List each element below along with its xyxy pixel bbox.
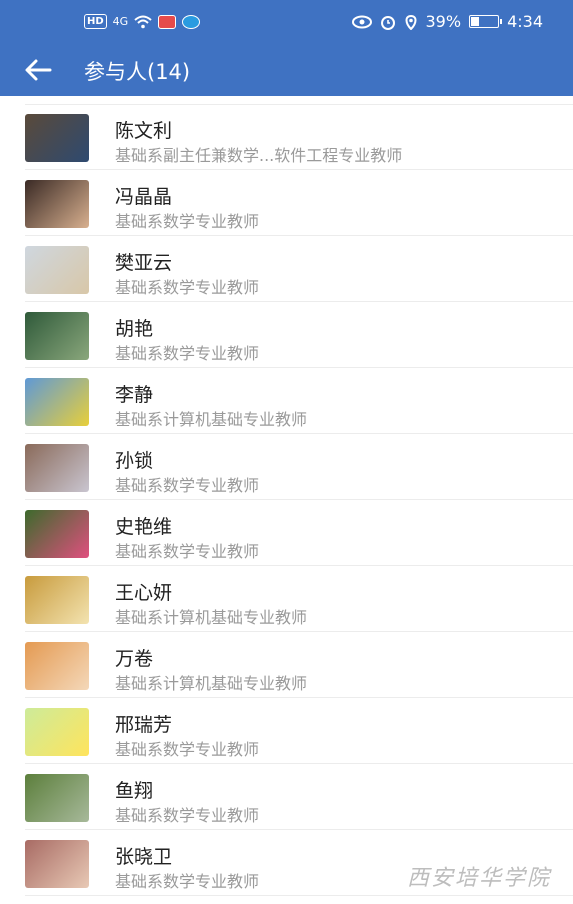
participant-row[interactable]: 王心妍基础系计算机基础专业教师 xyxy=(0,566,573,632)
title-bar: 参与人(14) xyxy=(0,46,573,96)
alarm-icon xyxy=(380,15,395,30)
participant-name: 陈文利 xyxy=(115,120,173,142)
participant-name: 孙锁 xyxy=(115,450,154,472)
avatar xyxy=(25,708,89,756)
avatar xyxy=(25,576,89,624)
avatar xyxy=(25,840,89,888)
participant-list: 陈文利 基础系副主任兼数学...软件工程专业教师 冯晶晶 基础系数学专业教师 樊亚云 基础… xyxy=(0,104,573,896)
participant-row[interactable]: 冯晶晶基础系数学专业教师 xyxy=(0,170,573,236)
avatar xyxy=(25,378,89,426)
participant-description: 基础系副主任兼数学...软件工程专业教师 xyxy=(115,146,403,165)
participant-name: 李静 xyxy=(115,384,154,406)
location-icon xyxy=(405,14,416,30)
participant-row[interactable]: 孙锁基础系数学专业教师 xyxy=(0,434,573,500)
avatar xyxy=(25,114,89,162)
avatar xyxy=(25,774,89,822)
participant-name: 张晓卫 xyxy=(115,846,173,868)
back-arrow-icon[interactable] xyxy=(22,54,54,86)
app-header: HD 4G 39% 4:34 参与人(14) xyxy=(0,0,573,96)
participant-description: 基础系计算机基础专业教师 xyxy=(115,410,308,429)
page-title: 参与人(14) xyxy=(84,60,191,84)
browser-app-icon xyxy=(182,14,201,29)
participant-row[interactable]: 李静基础系计算机基础专业教师 xyxy=(0,368,573,434)
participant-row[interactable]: 鱼翔基础系数学专业教师 xyxy=(0,764,573,830)
battery-percent: 39% xyxy=(425,12,462,31)
message-app-icon xyxy=(158,14,177,29)
participant-row[interactable]: 樊亚云基础系数学专业教师 xyxy=(0,236,573,302)
participant-description: 基础系计算机基础专业教师 xyxy=(115,608,308,627)
participant-row[interactable]: 陈文利基础系副主任兼数学...软件工程专业教师 xyxy=(0,104,573,170)
status-time: 4:34 xyxy=(507,12,543,31)
participant-row[interactable]: 万卷基础系计算机基础专业教师 xyxy=(0,632,573,698)
participant-row[interactable]: 史艳维基础系数学专业教师 xyxy=(0,500,573,566)
eye-icon xyxy=(351,15,372,28)
participant-name: 冯晶晶 xyxy=(115,186,173,208)
status-left: HD 4G xyxy=(84,14,201,29)
avatar xyxy=(25,642,89,690)
participant-description: 基础系数学专业教师 xyxy=(115,344,260,363)
status-bar: HD 4G 39% 4:34 xyxy=(0,0,573,46)
wifi-icon xyxy=(134,15,152,28)
participant-name: 王心妍 xyxy=(115,582,173,604)
participant-name: 万卷 xyxy=(115,648,154,670)
participant-description: 基础系数学专业教师 xyxy=(115,476,260,495)
participant-description: 基础系数学专业教师 xyxy=(115,872,260,891)
participant-description: 基础系计算机基础专业教师 xyxy=(115,674,308,693)
participant-name: 史艳维 xyxy=(115,516,173,538)
participant-description: 基础系数学专业教师 xyxy=(115,212,260,231)
hd-indicator: HD xyxy=(84,14,107,29)
participant-description: 基础系数学专业教师 xyxy=(115,740,260,759)
avatar xyxy=(25,312,89,360)
avatar xyxy=(25,510,89,558)
participant-name: 邢瑞芳 xyxy=(115,714,173,736)
participant-row[interactable]: 胡艳基础系数学专业教师 xyxy=(0,302,573,368)
participant-name: 胡艳 xyxy=(115,318,154,340)
watermark: 西安培华学院 xyxy=(406,866,551,891)
participant-description: 基础系数学专业教师 xyxy=(115,806,260,825)
participant-description: 基础系数学专业教师 xyxy=(115,278,260,297)
battery-icon xyxy=(469,15,503,28)
avatar xyxy=(25,180,89,228)
participant-name: 鱼翔 xyxy=(115,780,154,802)
participant-row[interactable]: 邢瑞芳基础系数学专业教师 xyxy=(0,698,573,764)
participant-description: 基础系数学专业教师 xyxy=(115,542,260,561)
signal-4g-icon: 4G xyxy=(112,15,129,28)
status-right: 39% 4:34 xyxy=(351,12,543,31)
avatar xyxy=(25,246,89,294)
avatar xyxy=(25,444,89,492)
participant-name: 樊亚云 xyxy=(115,252,173,274)
